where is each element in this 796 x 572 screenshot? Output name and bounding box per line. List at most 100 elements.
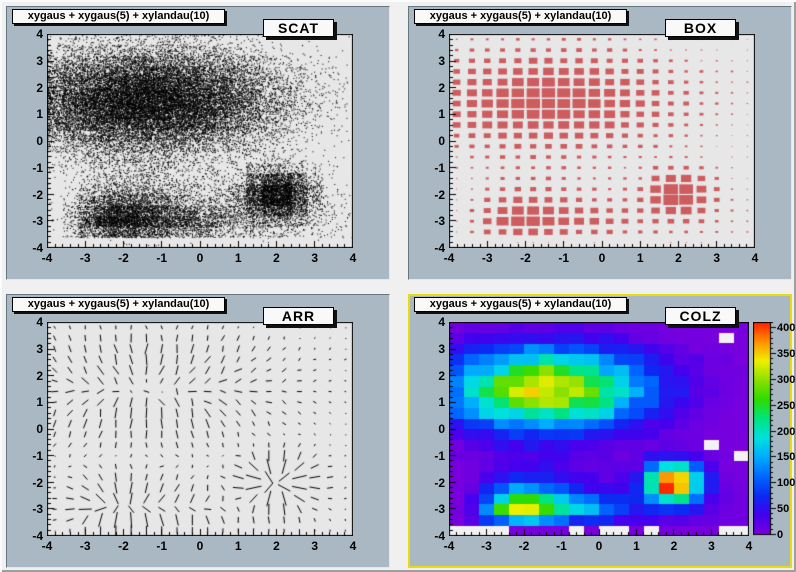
y-tick-label: 1 [17,396,43,408]
x-tick-label: -2 [520,252,531,264]
palette-tick-label: 300 [777,374,795,386]
x-tick-label: 4 [350,540,357,552]
histogram-title-pave[interactable]: xygaus + xygaus(5) + xylandau(10) [12,9,225,24]
box-plot-area[interactable] [449,34,755,248]
x-tick-label: 2 [671,540,678,552]
x-tick-label: -2 [519,540,530,552]
draw-option-label-scat[interactable]: SCAT [263,19,334,37]
x-tick-label: 1 [637,252,644,264]
pad-box[interactable]: xygaus + xygaus(5) + xylandau(10) BOX -4… [408,6,792,280]
x-tick-label: 0 [197,252,204,264]
x-tick-label: 4 [350,252,357,264]
x-tick-label: 2 [273,540,280,552]
x-tick-label: -2 [118,540,129,552]
pad-arr[interactable]: xygaus + xygaus(5) + xylandau(10) ARR -4… [6,294,390,568]
y-tick-label: -4 [419,242,445,254]
draw-option-label-arr[interactable]: ARR [263,307,334,325]
draw-option-label-colz[interactable]: COLZ [665,307,736,325]
histogram-title-pave[interactable]: xygaus + xygaus(5) + xylandau(10) [414,297,627,312]
draw-option-text: SCAT [278,20,319,36]
draw-option-text: COLZ [679,308,721,324]
palette-tick-label: 0 [777,529,783,541]
y-tick-label: 2 [17,370,43,382]
y-tick-label: 0 [419,135,445,147]
x-tick-label: -1 [156,252,167,264]
x-tick-label: -1 [558,252,569,264]
x-tick-label: -4 [444,540,455,552]
colz-plot-area[interactable] [449,322,749,536]
x-tick-label: -4 [42,540,53,552]
y-tick-label: -1 [419,162,445,174]
y-tick-label: 0 [419,423,445,435]
y-tick-label: -1 [17,162,43,174]
x-tick-label: 0 [599,252,606,264]
x-tick-label: -4 [444,252,455,264]
y-tick-label: -3 [419,503,445,515]
histogram-title: xygaus + xygaus(5) + xylandau(10) [430,10,612,22]
y-tick-label: 1 [419,396,445,408]
y-tick-label: 3 [419,343,445,355]
x-tick-label: 1 [633,540,640,552]
histogram-title-pave[interactable]: xygaus + xygaus(5) + xylandau(10) [414,9,627,24]
x-tick-label: -2 [118,252,129,264]
palette-tick-label: 150 [777,451,795,463]
y-tick-label: 4 [17,28,43,40]
y-tick-label: -3 [419,215,445,227]
arr-plot-area[interactable] [47,322,353,536]
y-tick-label: 2 [419,82,445,94]
root-canvas-window: xygaus + xygaus(5) + xylandau(10) SCAT -… [0,0,796,572]
palette-tick-label: 100 [777,477,795,489]
y-tick-label: -4 [419,530,445,542]
y-tick-label: 3 [419,55,445,67]
x-tick-label: 1 [235,540,242,552]
histogram-title: xygaus + xygaus(5) + xylandau(10) [28,298,210,310]
palette-tick-label: 250 [777,400,795,412]
x-tick-label: -3 [80,252,91,264]
x-tick-label: -1 [556,540,567,552]
draw-option-text: BOX [684,20,717,36]
y-tick-label: -2 [17,189,43,201]
x-tick-label: 2 [273,252,280,264]
y-tick-label: -3 [17,503,43,515]
y-tick-label: 3 [17,343,43,355]
y-tick-label: 1 [17,108,43,120]
x-tick-label: 4 [746,540,753,552]
pad-scat[interactable]: xygaus + xygaus(5) + xylandau(10) SCAT -… [6,6,390,280]
x-tick-label: 0 [197,540,204,552]
y-tick-label: 1 [419,108,445,120]
histogram-title: xygaus + xygaus(5) + xylandau(10) [430,298,612,310]
y-tick-label: 0 [17,135,43,147]
palette-tick-label: 400 [777,322,795,334]
histogram-title: xygaus + xygaus(5) + xylandau(10) [28,10,210,22]
x-tick-label: 3 [311,540,318,552]
palette-tick-label: 50 [777,503,789,515]
y-tick-label: 4 [419,28,445,40]
y-tick-label: -1 [419,450,445,462]
palette-tick-label: 350 [777,348,795,360]
y-tick-label: -2 [419,189,445,201]
x-tick-label: 3 [311,252,318,264]
y-tick-label: -4 [17,242,43,254]
y-tick-label: -2 [17,477,43,489]
y-tick-label: 3 [17,55,43,67]
x-tick-label: -3 [481,540,492,552]
y-tick-label: 2 [17,82,43,94]
x-tick-label: -4 [42,252,53,264]
y-tick-label: -3 [17,215,43,227]
y-tick-label: -4 [17,530,43,542]
x-tick-label: -1 [156,540,167,552]
x-tick-label: 3 [713,252,720,264]
y-tick-label: -2 [419,477,445,489]
pad-colz[interactable]: xygaus + xygaus(5) + xylandau(10) COLZ -… [408,294,792,568]
y-tick-label: 0 [17,423,43,435]
y-tick-label: -1 [17,450,43,462]
x-tick-label: 0 [596,540,603,552]
scat-plot-area[interactable] [47,34,353,248]
histogram-title-pave[interactable]: xygaus + xygaus(5) + xylandau(10) [12,297,225,312]
color-palette-axis[interactable] [753,322,779,536]
x-tick-label: 3 [708,540,715,552]
y-tick-label: 4 [17,316,43,328]
x-tick-label: 4 [752,252,759,264]
x-tick-label: -3 [80,540,91,552]
draw-option-label-box[interactable]: BOX [665,19,736,37]
